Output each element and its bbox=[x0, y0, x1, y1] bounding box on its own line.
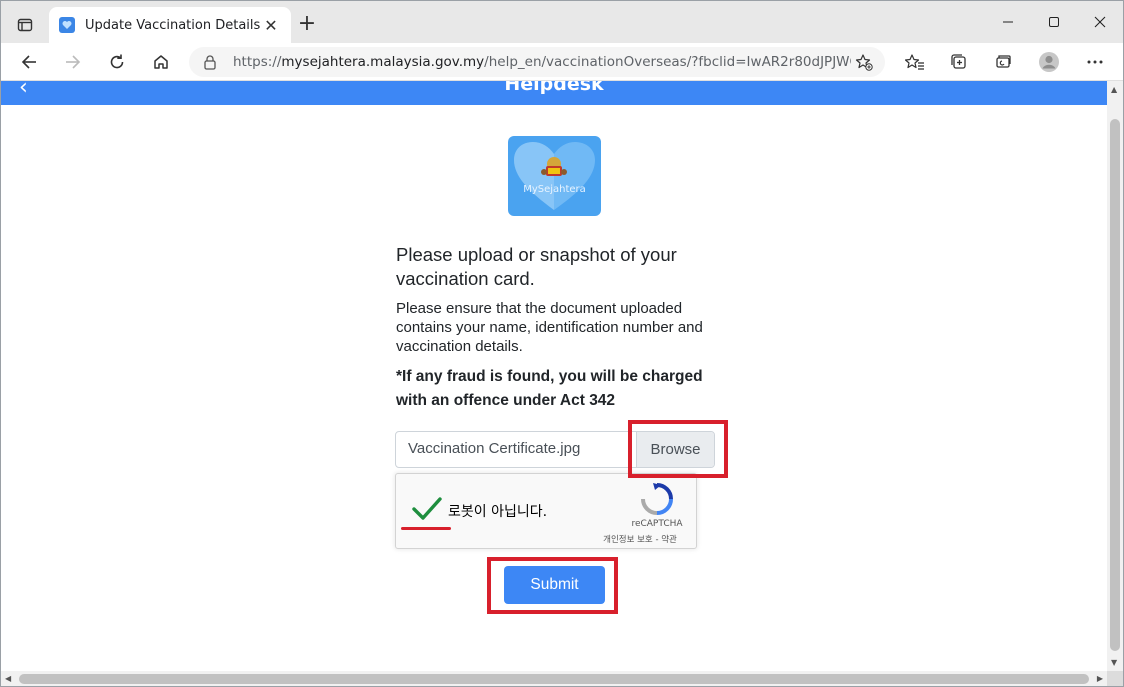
url-text: https://mysejahtera.malaysia.gov.my/help… bbox=[233, 54, 851, 70]
vertical-scroll-thumb[interactable] bbox=[1110, 119, 1120, 651]
lock-icon[interactable] bbox=[203, 54, 221, 70]
page-heading: Please upload or snapshot of your vaccin… bbox=[396, 244, 677, 289]
refresh-icon[interactable] bbox=[103, 49, 131, 75]
checkmark-icon bbox=[412, 497, 442, 520]
recaptcha-logo-icon bbox=[640, 482, 674, 516]
file-name-field[interactable]: Vaccination Certificate.jpg bbox=[396, 432, 636, 467]
home-icon[interactable] bbox=[147, 49, 175, 75]
maximize-icon[interactable] bbox=[1031, 1, 1077, 43]
heart-logo-icon bbox=[514, 142, 595, 210]
minimize-icon[interactable] bbox=[985, 1, 1031, 43]
helpdesk-title: Helpdesk bbox=[504, 81, 604, 95]
horizontal-scrollbar[interactable]: ◀ ▶ bbox=[1, 671, 1107, 686]
favorites-icon[interactable] bbox=[901, 49, 929, 75]
helpdesk-header: ‹ Helpdesk bbox=[1, 81, 1107, 105]
close-icon[interactable] bbox=[1077, 1, 1123, 43]
recaptcha-privacy-terms[interactable]: 개인정보 보호 - 약관 bbox=[582, 533, 698, 545]
vertical-scrollbar[interactable]: ▲ ▼ bbox=[1107, 81, 1123, 671]
title-bar: Update Vaccination Details ✕ + bbox=[1, 1, 1123, 43]
browse-highlight-box bbox=[628, 420, 728, 478]
address-bar[interactable]: https://mysejahtera.malaysia.gov.my/help… bbox=[189, 47, 885, 77]
scrollbar-corner bbox=[1107, 671, 1123, 686]
horizontal-scroll-thumb[interactable] bbox=[19, 674, 1089, 684]
browser-tab[interactable]: Update Vaccination Details ✕ bbox=[49, 7, 291, 43]
scroll-right-icon[interactable]: ▶ bbox=[1097, 674, 1103, 683]
profile-icon[interactable] bbox=[1035, 49, 1063, 75]
tab-actions-icon[interactable] bbox=[11, 13, 39, 37]
more-icon[interactable] bbox=[1081, 49, 1109, 75]
instructions-text: Please ensure that the document uploaded… bbox=[396, 300, 703, 355]
recaptcha-label: 로봇이 아닙니다. bbox=[448, 504, 548, 520]
collections-icon[interactable] bbox=[945, 49, 973, 75]
upload-instructions: Please upload or snapshot of your vaccin… bbox=[396, 243, 726, 413]
back-icon[interactable] bbox=[15, 49, 43, 75]
browser-window: Update Vaccination Details ✕ + https://m… bbox=[0, 0, 1124, 687]
forward-icon[interactable] bbox=[59, 49, 87, 75]
logo-text: MySejahtera bbox=[523, 184, 586, 195]
scroll-left-icon[interactable]: ◀ bbox=[5, 674, 11, 683]
new-tab-button[interactable]: + bbox=[295, 13, 319, 37]
recaptcha-brand: reCAPTCHA bbox=[631, 519, 683, 529]
scroll-down-icon[interactable]: ▼ bbox=[1111, 658, 1117, 667]
url-prefix: https:// bbox=[233, 54, 282, 70]
url-host: mysejahtera.malaysia.gov.my bbox=[281, 54, 485, 70]
scroll-up-icon[interactable]: ▲ bbox=[1111, 85, 1117, 94]
tab-favicon-icon bbox=[59, 17, 75, 33]
recaptcha-widget: 로봇이 아닙니다. reCAPTCHA 개인정보 보호 - 약관 bbox=[395, 473, 697, 549]
add-favorite-icon[interactable] bbox=[851, 53, 873, 71]
performance-icon[interactable] bbox=[989, 49, 1017, 75]
checkbox-underline-annotation bbox=[401, 527, 451, 530]
url-path: /help_en/vaccinationOverseas/?fbclid=IwA… bbox=[484, 54, 851, 70]
browser-toolbar: https://mysejahtera.malaysia.gov.my/help… bbox=[1, 43, 1123, 81]
recaptcha-checkbox[interactable] bbox=[410, 492, 444, 526]
mysejahtera-logo: MySejahtera bbox=[508, 136, 601, 216]
submit-highlight-box bbox=[487, 557, 618, 614]
tab-title: Update Vaccination Details bbox=[85, 17, 261, 33]
page-viewport: ‹ Helpdesk MySejahtera Please upload or … bbox=[1, 81, 1107, 671]
fraud-warning: *If any fraud is found, you will be char… bbox=[396, 368, 703, 409]
tab-close-icon[interactable]: ✕ bbox=[261, 16, 281, 35]
window-controls bbox=[985, 1, 1123, 43]
